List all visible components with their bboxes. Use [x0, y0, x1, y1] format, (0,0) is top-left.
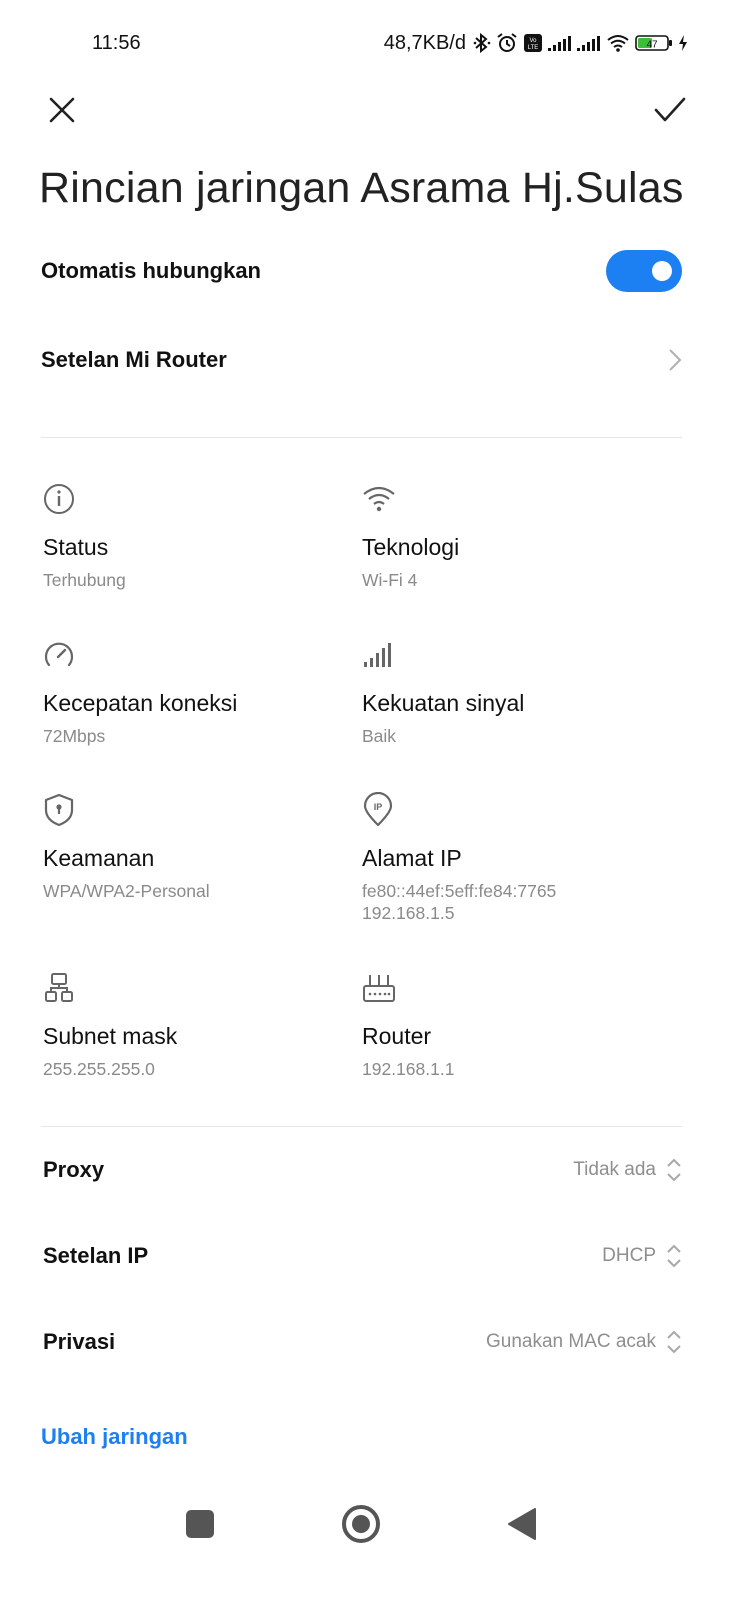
network-topology-icon — [43, 971, 77, 1005]
status-icons: 48,7KB/d Vo LTE 47 — [384, 30, 688, 56]
privacy-row[interactable]: Privasi Gunakan MAC acak — [43, 1322, 682, 1362]
detail-value: Terhubung — [43, 570, 126, 590]
detail-status: Status Terhubung — [43, 482, 343, 591]
divider — [41, 1126, 682, 1127]
status-time: 11:56 — [92, 32, 141, 54]
battery-level: 47 — [646, 40, 658, 51]
detail-value: 255.255.255.0 — [43, 1059, 155, 1079]
chevron-up-down-icon — [667, 1244, 681, 1268]
chevron-up-down-icon — [667, 1330, 681, 1354]
auto-connect-toggle[interactable] — [606, 250, 682, 292]
signal-icon — [577, 34, 601, 52]
alarm-icon — [496, 32, 518, 54]
ip-settings-row[interactable]: Setelan IP DHCP — [43, 1236, 682, 1276]
router-icon — [362, 971, 396, 1005]
info-icon — [43, 482, 77, 516]
detail-connection-speed: Kecepatan koneksi 72Mbps — [43, 638, 343, 747]
privacy-label: Privasi — [43, 1329, 116, 1354]
auto-connect-row[interactable]: Otomatis hubungkan — [41, 250, 682, 292]
detail-title: Router — [362, 1023, 432, 1049]
detail-value: fe80::44ef:5eff:fe84:7765 192.168.1.5 — [362, 880, 662, 924]
detail-value: WPA/WPA2-Personal — [43, 881, 210, 901]
auto-connect-label: Otomatis hubungkan — [41, 258, 261, 283]
square-icon — [186, 1510, 214, 1538]
detail-signal-strength: Kekuatan sinyal Baik — [362, 638, 662, 747]
detail-title: Subnet mask — [43, 1023, 178, 1049]
detail-title: Status — [43, 534, 109, 560]
wifi-icon — [362, 482, 396, 516]
detail-title: Kecepatan koneksi — [43, 690, 238, 716]
status-bar: 11:56 48,7KB/d Vo LTE 47 — [0, 0, 738, 86]
triangle-back-icon — [508, 1508, 536, 1540]
edit-network-link[interactable]: Ubah jaringan — [41, 1424, 188, 1450]
home-button[interactable] — [333, 1496, 389, 1552]
detail-security: Keamanan WPA/WPA2-Personal — [43, 793, 343, 902]
navigation-bar — [0, 1490, 738, 1560]
privacy-value: Gunakan MAC acak — [485, 1331, 656, 1352]
confirm-button[interactable] — [646, 88, 694, 132]
ip-settings-value: DHCP — [602, 1245, 656, 1266]
detail-router: Router 192.168.1.1 — [362, 971, 662, 1080]
proxy-value: Tidak ada — [573, 1159, 656, 1180]
back-button[interactable] — [494, 1496, 550, 1552]
detail-ip-address: IP Alamat IP fe80::44ef:5eff:fe84:7765 1… — [362, 792, 662, 924]
svg-text:LTE: LTE — [528, 45, 539, 51]
bluetooth-icon — [473, 32, 491, 54]
ip-location-icon: IP — [362, 792, 396, 827]
detail-title: Alamat IP — [362, 845, 462, 871]
detail-value: 72Mbps — [43, 726, 106, 746]
detail-value: 192.168.1.1 — [362, 1059, 455, 1079]
ipv4-value: 192.168.1.5 — [362, 903, 455, 923]
check-icon — [654, 97, 686, 122]
proxy-row[interactable]: Proxy Tidak ada — [43, 1150, 682, 1190]
speedometer-icon — [43, 638, 77, 672]
signal-icon — [548, 34, 572, 52]
detail-value: Wi-Fi 4 — [362, 570, 418, 590]
detail-title: Kekuatan sinyal — [362, 690, 525, 716]
svg-text:Vo: Vo — [529, 38, 537, 44]
signal-strength-icon — [362, 638, 396, 672]
volte-icon: Vo LTE — [523, 33, 543, 53]
detail-title: Teknologi — [362, 534, 460, 560]
chevron-up-down-icon — [667, 1158, 681, 1182]
divider — [41, 437, 682, 438]
svg-text:IP: IP — [374, 802, 383, 812]
mi-router-row[interactable]: Setelan Mi Router — [41, 338, 682, 382]
chevron-right-icon — [669, 349, 682, 371]
detail-technology: Teknologi Wi-Fi 4 — [362, 482, 662, 591]
battery-icon: 47 — [635, 34, 673, 52]
detail-value: Baik — [362, 726, 397, 746]
net-speed: 48,7KB/d — [383, 31, 466, 54]
ip-settings-label: Setelan IP — [43, 1243, 149, 1268]
circle-home-icon — [342, 1505, 380, 1543]
detail-title: Keamanan — [43, 845, 155, 871]
shield-icon — [43, 793, 77, 827]
mi-router-label: Setelan Mi Router — [41, 347, 227, 372]
charging-icon — [678, 34, 688, 52]
toggle-knob — [652, 261, 672, 281]
proxy-label: Proxy — [43, 1157, 105, 1182]
page-title: Rincian jaringan Asrama Hj.Sulas — [39, 164, 684, 212]
close-button[interactable] — [40, 88, 84, 132]
wifi-icon — [606, 33, 630, 53]
recents-button[interactable] — [172, 1496, 228, 1552]
ipv6-value: fe80::44ef:5eff:fe84:7765 — [362, 881, 557, 901]
detail-subnet-mask: Subnet mask 255.255.255.0 — [43, 971, 343, 1080]
close-icon — [49, 97, 75, 123]
